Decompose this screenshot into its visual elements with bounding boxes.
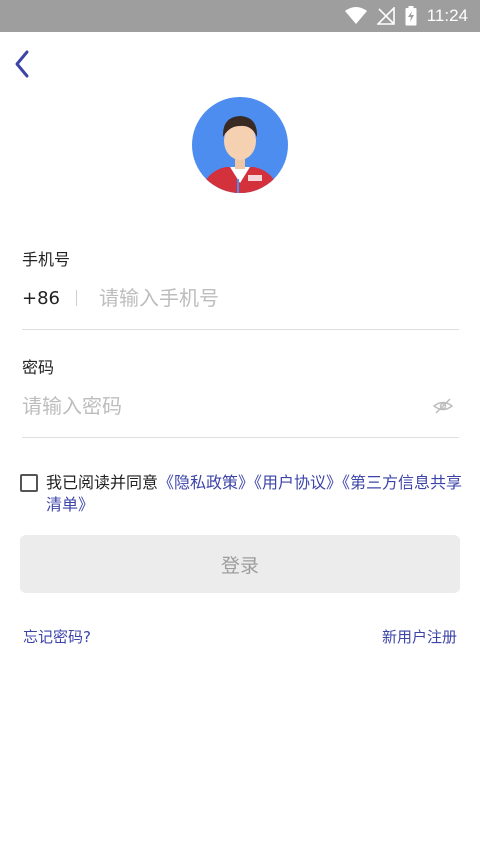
- password-field-row: [22, 386, 459, 426]
- status-time: 11:24: [426, 6, 468, 25]
- eye-hidden-icon[interactable]: [432, 396, 454, 416]
- signal-icon: [376, 7, 395, 25]
- agreement-text: 我已阅读并同意《隐私政策》《用户协议》《第三方信息共享清单》: [46, 472, 466, 516]
- password-input[interactable]: [22, 394, 459, 418]
- back-button[interactable]: [12, 46, 42, 82]
- agreement-prefix: 我已阅读并同意: [46, 473, 159, 492]
- battery-icon: [405, 6, 417, 26]
- phone-input[interactable]: [99, 286, 459, 310]
- wifi-icon: [344, 7, 367, 25]
- status-bar: 11:24: [0, 0, 480, 32]
- user-agreement-link[interactable]: 《用户协议》: [254, 473, 342, 492]
- phone-label: 手机号: [22, 250, 71, 269]
- login-button[interactable]: 登录: [20, 535, 460, 593]
- avatar: [192, 97, 288, 193]
- phone-field-row: +86: [22, 278, 459, 318]
- agree-checkbox[interactable]: [20, 474, 38, 492]
- country-code[interactable]: +86: [22, 288, 74, 309]
- privacy-policy-link[interactable]: 《隐私政策》: [158, 473, 254, 492]
- field-separator: [76, 290, 77, 306]
- back-chevron-icon: [15, 50, 29, 78]
- divider: [22, 329, 459, 330]
- forgot-password-link[interactable]: 忘记密码?: [23, 626, 91, 647]
- register-link[interactable]: 新用户注册: [382, 626, 457, 647]
- divider: [22, 437, 459, 438]
- password-label: 密码: [22, 358, 55, 377]
